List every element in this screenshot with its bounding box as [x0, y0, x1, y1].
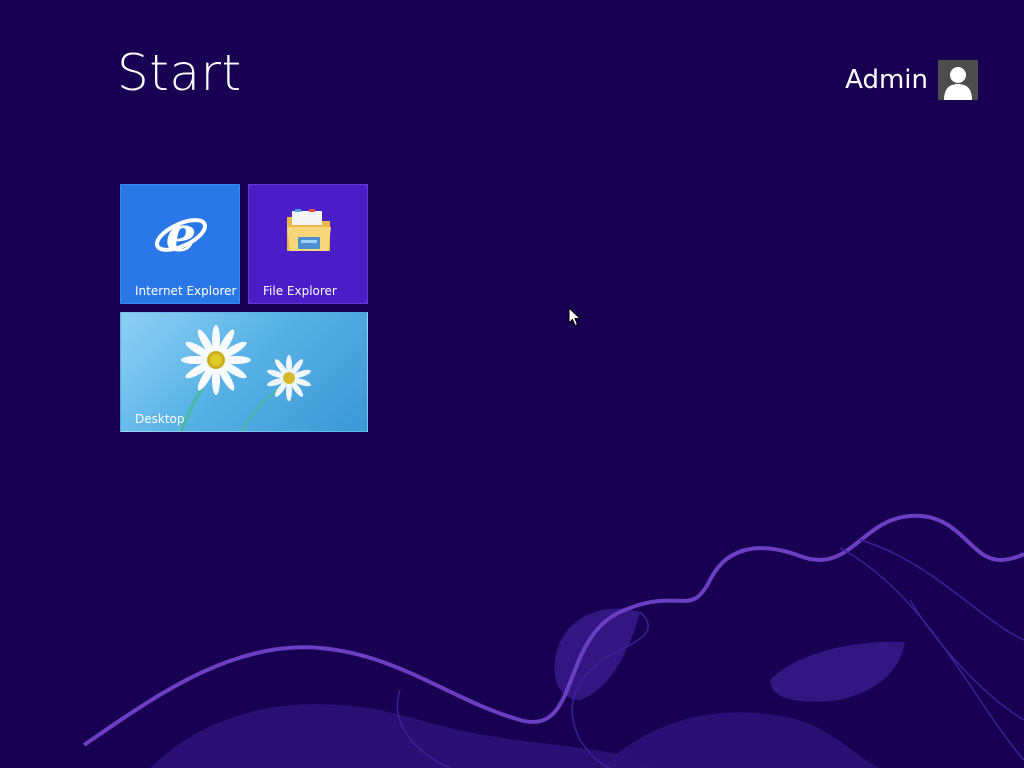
- tile-desktop[interactable]: Desktop: [120, 312, 368, 432]
- tile-label: Internet Explorer: [135, 284, 237, 298]
- tile-label: File Explorer: [263, 284, 337, 298]
- mouse-cursor-icon: [568, 307, 582, 327]
- user-silhouette-icon: [944, 67, 972, 100]
- tile-file-explorer[interactable]: File Explorer: [248, 184, 368, 304]
- svg-text:e: e: [166, 207, 197, 263]
- tile-internet-explorer[interactable]: e Internet Explorer: [120, 184, 240, 304]
- internet-explorer-icon: e: [154, 207, 208, 263]
- user-name[interactable]: Admin: [845, 60, 928, 100]
- tile-label: Desktop: [135, 412, 185, 426]
- folder-icon: [287, 209, 331, 251]
- user-avatar[interactable]: [938, 60, 978, 100]
- page-title: Start: [117, 44, 242, 102]
- user-account[interactable]: Admin: [845, 60, 978, 100]
